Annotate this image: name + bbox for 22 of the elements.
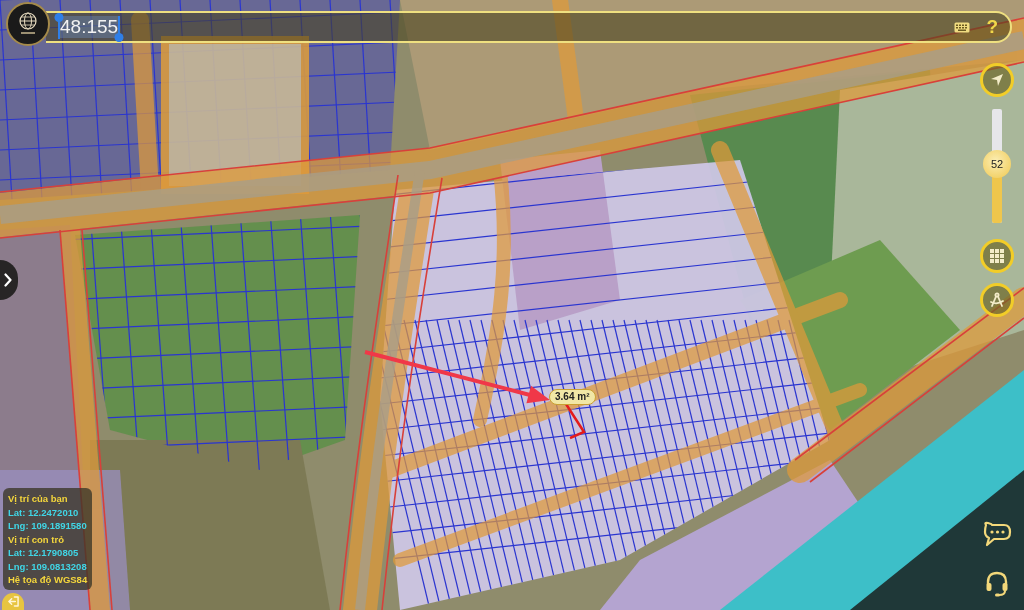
exit-icon (7, 596, 19, 607)
help-button[interactable]: ? (984, 16, 1000, 38)
compass-tool-icon (989, 292, 1005, 308)
coordinate-text: Lat: 12.2472010 (8, 505, 80, 519)
grid-icon (990, 249, 1004, 263)
chevron-right-icon (4, 273, 12, 287)
keyboard-icon[interactable] (954, 21, 971, 33)
globe-logo-icon[interactable] (6, 2, 50, 46)
section-heading: Vị trí của bạn (8, 492, 69, 506)
slider-track[interactable]: 52 (983, 109, 1011, 223)
coordinate-text: Lat: 12.1790805 (8, 546, 80, 560)
search-text: 48:155 (59, 16, 120, 38)
search-field[interactable]: 48:155 (52, 13, 955, 41)
coordinate-text: Lng: 109.1891580 (8, 519, 88, 533)
area-label: 3.64 m² (549, 389, 597, 405)
measured-parcel-outline (564, 403, 586, 440)
section-heading: Hệ tọa độ WGS84 (8, 573, 88, 587)
section-heading: Vị trí con trỏ (8, 532, 65, 546)
chat-icon[interactable] (982, 521, 1012, 547)
navigation-arrow-icon (990, 73, 1004, 87)
headset-icon[interactable] (985, 571, 1009, 597)
coordinate-text: Lng: 109.0813208 (8, 559, 88, 573)
